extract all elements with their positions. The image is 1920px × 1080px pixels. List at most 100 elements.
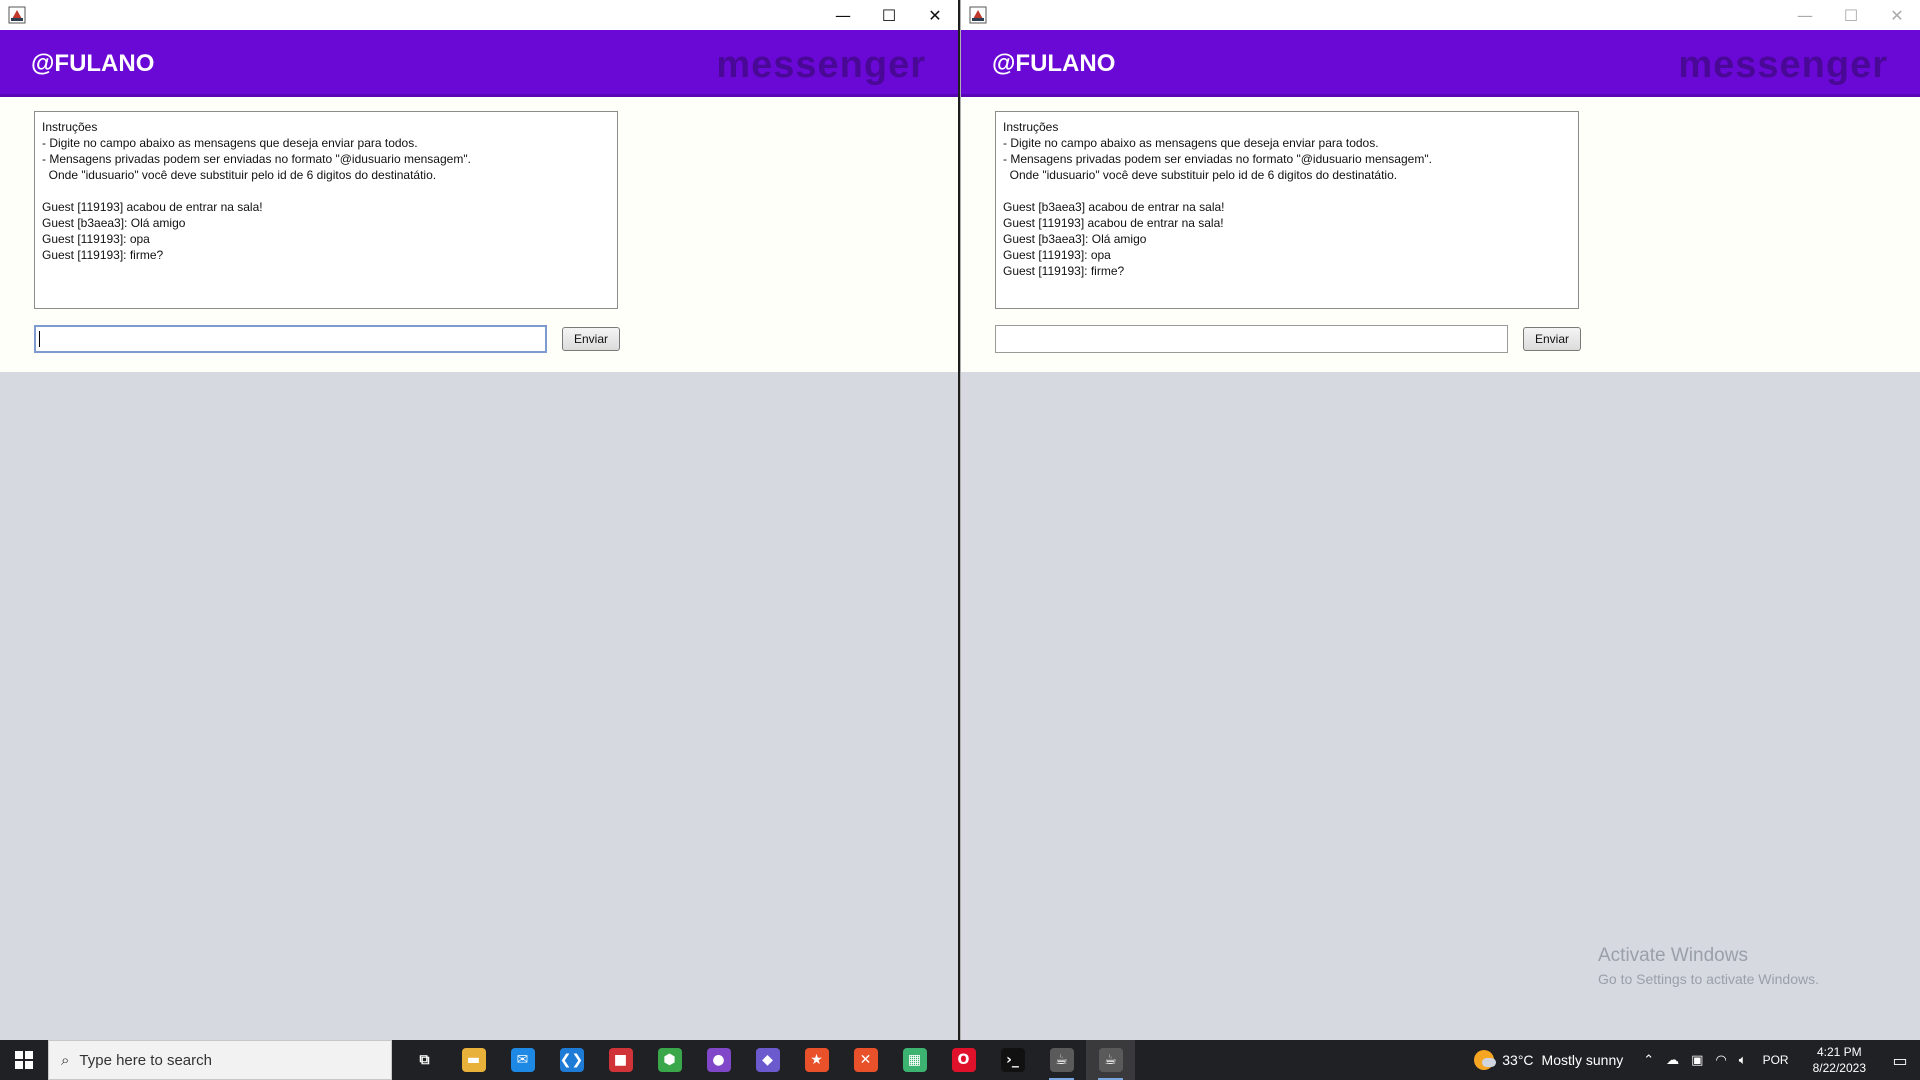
text-caret — [39, 331, 40, 347]
terminal-icon[interactable]: ›_ — [988, 1040, 1037, 1080]
username-label: @FULANO — [31, 50, 155, 77]
app-header: @FULANO messenger — [961, 30, 1920, 97]
message-input[interactable] — [34, 325, 547, 353]
mail-icon-glyph: ✉ — [510, 1048, 535, 1072]
maximize-icon[interactable]: ☐ — [1828, 0, 1874, 30]
chat-line: Guest [b3aea3]: Olá amigo — [42, 216, 186, 230]
clock-time: 4:21 PM — [1816, 1045, 1862, 1059]
file-explorer-icon-glyph: ▬ — [461, 1048, 486, 1072]
maximize-icon[interactable]: ☐ — [866, 0, 912, 30]
mail-icon[interactable]: ✉ — [498, 1040, 547, 1080]
java-app-icon — [969, 6, 987, 24]
taskbar: ⌕ Type here to search ⧉ ▬ ✉ ❮❯ ■ ⬢ ● ◆ ★ ✕ ▦ O ›_ ☕ ☕ … — [0, 1040, 1920, 1080]
chat-line: - Mensagens privadas podem ser enviadas … — [1003, 152, 1432, 166]
volume-icon[interactable]: 🔈︎ — [1739, 1053, 1747, 1068]
star-app-icon[interactable]: ★ — [792, 1040, 841, 1080]
github-desktop-icon-glyph: ● — [706, 1048, 731, 1072]
start-button[interactable] — [0, 1040, 48, 1080]
chat-line: Onde "idusuario" você deve substituir pe… — [1003, 168, 1398, 182]
office-icon-glyph: ■ — [608, 1048, 633, 1072]
minimize-icon[interactable]: — — [1782, 0, 1828, 30]
search-placeholder: Type here to search — [79, 1051, 212, 1069]
task-view-icon-glyph: ⧉ — [412, 1048, 437, 1072]
java-app-icon-2[interactable]: ☕ — [1086, 1040, 1135, 1080]
chat-log[interactable]: Instruções - Digite no campo abaixo as m… — [34, 111, 618, 309]
chat-line — [42, 183, 610, 199]
chat-line: Instruções — [42, 120, 98, 134]
weather-temp: 33°C — [1502, 1052, 1534, 1068]
send-button[interactable]: Enviar — [562, 327, 620, 351]
chat-line: Guest [119193] acabou de entrar na sala! — [1003, 216, 1224, 230]
xampp-icon[interactable]: ✕ — [841, 1040, 890, 1080]
watermark-subtitle: Go to Settings to activate Windows. — [1598, 971, 1819, 987]
github-desktop-icon[interactable]: ● — [694, 1040, 743, 1080]
title-bar[interactable]: — ☐ ✕ — [0, 0, 958, 30]
chat-line: Instruções — [1003, 120, 1059, 134]
search-icon: ⌕ — [61, 1051, 70, 1069]
vscode-icon[interactable]: ❮❯ — [547, 1040, 596, 1080]
app-header: @FULANO messenger — [0, 30, 958, 97]
chat-line: Guest [119193]: opa — [1003, 248, 1111, 262]
minimize-icon[interactable]: — — [820, 0, 866, 30]
opera-icon[interactable]: O — [939, 1040, 988, 1080]
terminal-icon-glyph: ›_ — [1000, 1048, 1025, 1072]
chat-line: Guest [119193]: opa — [42, 232, 150, 246]
close-icon[interactable]: ✕ — [1874, 0, 1920, 30]
brand-logo: messenger — [716, 44, 926, 86]
windows-logo-icon — [15, 1051, 33, 1069]
chevron-up-icon[interactable]: ⌃ — [1643, 1053, 1654, 1068]
watermark-title: Activate Windows — [1598, 945, 1748, 966]
brand-logo: messenger — [1678, 44, 1888, 86]
task-view-icon[interactable]: ⧉ — [400, 1040, 449, 1080]
chat-line: - Digite no campo abaixo as mensagens qu… — [1003, 136, 1379, 150]
clock[interactable]: 4:21 PM 8/22/2023 — [1813, 1044, 1866, 1076]
language-indicator[interactable]: POR — [1763, 1053, 1789, 1067]
chat-line: - Mensagens privadas podem ser enviadas … — [42, 152, 471, 166]
color-app-icon-glyph: ▦ — [902, 1048, 927, 1072]
chat-line: Guest [119193]: firme? — [1003, 264, 1125, 278]
title-bar[interactable]: — ☐ ✕ — [961, 0, 1920, 30]
cloud-icon[interactable]: ☁ — [1666, 1053, 1679, 1068]
close-icon[interactable]: ✕ — [912, 0, 958, 30]
message-input[interactable] — [995, 325, 1508, 353]
chat-line: Guest [119193]: firme? — [42, 248, 164, 262]
opera-icon-glyph: O — [951, 1048, 976, 1072]
messenger-window-left: — ☐ ✕ @FULANO messenger Instruções - Dig… — [0, 0, 960, 1040]
star-app-icon-glyph: ★ — [804, 1048, 829, 1072]
camera-icon[interactable]: ▣ — [1691, 1053, 1703, 1068]
java-app-icon-1-glyph: ☕ — [1049, 1048, 1074, 1072]
java-app-icon — [8, 6, 26, 24]
git-icon-glyph: ◆ — [755, 1048, 780, 1072]
cube-app-icon[interactable]: ⬢ — [645, 1040, 694, 1080]
chat-line: Onde "idusuario" você deve substituir pe… — [42, 168, 437, 182]
vscode-icon-glyph: ❮❯ — [559, 1048, 584, 1072]
chat-line — [1003, 183, 1571, 199]
search-box[interactable]: ⌕ Type here to search — [48, 1040, 392, 1080]
chat-panel: Instruções - Digite no campo abaixo as m… — [0, 97, 958, 372]
activation-watermark: Activate Windows Go to Settings to activ… — [1598, 945, 1819, 987]
send-button[interactable]: Enviar — [1523, 327, 1581, 351]
weather-widget[interactable]: 33°C Mostly sunny — [1474, 1050, 1623, 1070]
network-icon[interactable]: ◠ — [1715, 1053, 1726, 1068]
office-icon[interactable]: ■ — [596, 1040, 645, 1080]
color-app-icon[interactable]: ▦ — [890, 1040, 939, 1080]
username-label: @FULANO — [992, 50, 1116, 77]
messenger-window-right: — ☐ ✕ @FULANO messenger Instruções - Dig… — [960, 0, 1920, 1040]
cube-app-icon-glyph: ⬢ — [657, 1048, 682, 1072]
pinned-apps: ⧉ ▬ ✉ ❮❯ ■ ⬢ ● ◆ ★ ✕ ▦ O ›_ ☕ ☕ — [400, 1040, 1135, 1080]
git-icon[interactable]: ◆ — [743, 1040, 792, 1080]
system-tray: 33°C Mostly sunny ⌃ ☁ ▣ ◠ 🔈︎ POR 4:21 PM… — [1474, 1040, 1920, 1080]
chat-panel: Instruções - Digite no campo abaixo as m… — [961, 97, 1920, 372]
chat-line: Guest [b3aea3]: Olá amigo — [1003, 232, 1147, 246]
chat-line: Guest [119193] acabou de entrar na sala! — [42, 200, 263, 214]
xampp-icon-glyph: ✕ — [853, 1048, 878, 1072]
file-explorer-icon[interactable]: ▬ — [449, 1040, 498, 1080]
java-app-icon-1[interactable]: ☕ — [1037, 1040, 1086, 1080]
chat-line: - Digite no campo abaixo as mensagens qu… — [42, 136, 418, 150]
java-app-icon-2-glyph: ☕ — [1098, 1048, 1123, 1072]
weather-icon — [1474, 1050, 1497, 1070]
notification-icon[interactable]: ▭ — [1880, 1040, 1920, 1080]
chat-log[interactable]: Instruções - Digite no campo abaixo as m… — [995, 111, 1579, 309]
weather-text: Mostly sunny — [1541, 1052, 1624, 1068]
desktop: — ☐ ✕ @FULANO messenger Instruções - Dig… — [0, 0, 1920, 1040]
